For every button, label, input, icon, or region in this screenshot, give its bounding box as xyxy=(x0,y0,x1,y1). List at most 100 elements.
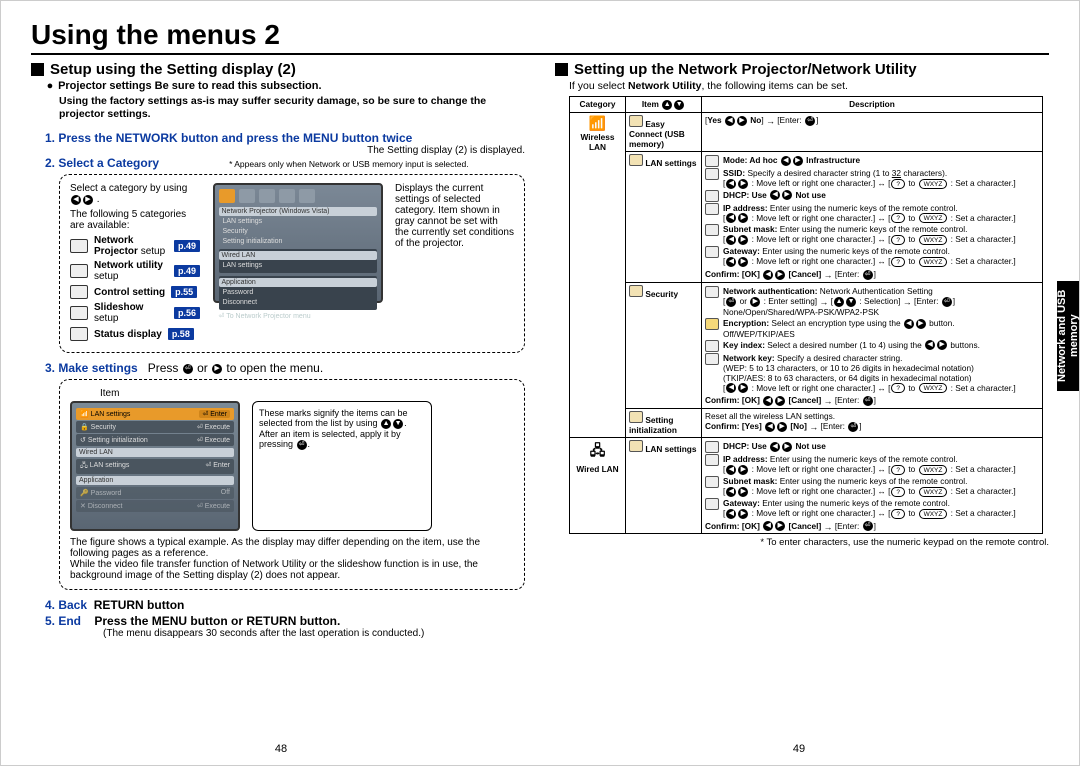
osd-preview-1: Network Projector (Windows Vista) LAN se… xyxy=(213,183,383,303)
down-arrow-icon: ▼ xyxy=(674,100,684,110)
ip-icon xyxy=(705,203,719,215)
up-arrow-icon: ▲ xyxy=(381,419,391,429)
step-3: 3. Make settings Press ⏎ or ▶ to open th… xyxy=(45,361,525,375)
osd2-row: ✕ Disconnect⏎ Execute xyxy=(76,500,234,512)
square-bullet-icon xyxy=(555,63,568,76)
dhcp-icon xyxy=(705,190,719,202)
osd2-row: 🖧 LAN settings⏎ Enter xyxy=(76,459,234,474)
security-warning: Using the factory settings as-is may suf… xyxy=(59,95,525,121)
gateway-icon xyxy=(705,498,719,510)
th-description: Description xyxy=(702,97,1043,113)
projector-icon xyxy=(70,239,88,253)
osd-footer: ⏎ To Network Projector menu xyxy=(219,312,377,320)
lan-icon xyxy=(629,154,643,166)
step1-note: The Setting display (2) is displayed. xyxy=(367,145,525,156)
right-column: Setting up the Network Projector/Network… xyxy=(555,61,1049,709)
osd2-row-selected: 📶 LAN settings⏎ Enter xyxy=(76,408,234,420)
bullet-icon: ● xyxy=(45,80,55,92)
cat-wired-lan: 🖧 Wired LAN xyxy=(570,438,626,534)
osd-row: Disconnect xyxy=(219,298,377,307)
osd2-row: 🔒 Security⏎ Execute xyxy=(76,421,234,433)
title-rule xyxy=(31,53,1049,55)
osd-row: Setting initialization xyxy=(219,237,377,246)
osd-row: LAN settings xyxy=(219,261,377,270)
square-bullet-icon xyxy=(31,63,44,76)
category-list: Network Projector setupp.49 Network util… xyxy=(70,235,200,341)
osd-header: Network Projector (Windows Vista) xyxy=(219,207,377,216)
subnet-icon xyxy=(705,224,719,236)
select-category-intro: Select a category by using xyxy=(70,183,200,194)
osd-row: Password xyxy=(219,288,377,297)
settings-table: Category Item ▲▼ Description 📶 Wireless … xyxy=(569,96,1043,534)
dash2-note2: While the video file transfer function o… xyxy=(70,559,514,581)
th-category: Category xyxy=(570,97,626,113)
osd-tab-selected xyxy=(219,189,235,203)
page-number-left: 48 xyxy=(261,743,301,755)
subnet-icon xyxy=(705,476,719,488)
dash2-note1: The figure shows a typical example. As t… xyxy=(70,537,514,559)
osd-appheader: Application xyxy=(219,278,377,287)
item-lan-settings-wired: LAN settings xyxy=(626,438,702,534)
page-ref: p.49 xyxy=(174,240,200,252)
cat-network-projector: Network Projector setupp.49 xyxy=(70,235,200,257)
lock-icon xyxy=(705,318,719,330)
right-heading-text: Setting up the Network Projector/Network… xyxy=(574,61,917,78)
category-dashbox: Select a category by using ◀▶ . The foll… xyxy=(59,174,525,353)
osd-caption: Displays the current settings of selecte… xyxy=(395,183,514,249)
osd-row: LAN settings xyxy=(219,217,377,226)
left-column: Setup using the Setting display (2) ● Pr… xyxy=(31,61,525,709)
end-note: (The menu disappears 30 seconds after th… xyxy=(103,628,525,639)
page: Using the menus 2 Setup using the Settin… xyxy=(0,0,1080,766)
callout-box: These marks signify the items can be sel… xyxy=(252,401,432,531)
desc-easy-connect: [Yes ◀▶ No] → [Enter: ⏎] xyxy=(702,112,1043,151)
cat-wireless-lan: 📶 Wireless LAN xyxy=(570,112,626,437)
item-setting-init: Setting initialization xyxy=(626,409,702,438)
left-heading-text: Setup using the Setting display (2) xyxy=(50,61,296,78)
step-1: 1. Press the NETWORK button and press th… xyxy=(45,131,525,145)
down-arrow-icon: ▼ xyxy=(393,419,403,429)
up-arrow-icon: ▲ xyxy=(662,100,672,110)
status-icon xyxy=(70,327,88,341)
osd-tab-icon xyxy=(259,189,275,203)
page-ref: p.58 xyxy=(168,328,194,340)
desc-lan-settings-wired: DHCP: Use ◀▶ Not use IP address: Enter u… xyxy=(702,438,1043,534)
side-tab: Network and USB memory xyxy=(1057,281,1079,391)
page-title: Using the menus 2 xyxy=(31,19,1049,51)
gateway-icon xyxy=(705,246,719,258)
left-arrow-icon: ◀ xyxy=(71,195,81,205)
item-pointer-label: Item xyxy=(100,388,514,399)
th-item: Item ▲▼ xyxy=(626,97,702,113)
netauth-icon xyxy=(705,286,719,298)
item-easy-connect: Easy Connect (USB memory) xyxy=(626,112,702,151)
right-intro: If you select Network Utility, the follo… xyxy=(569,80,1049,92)
projector-settings-line: ● Projector settings Be sure to read thi… xyxy=(45,80,525,92)
step-5: 5. End Press the MENU button or RETURN b… xyxy=(45,614,525,628)
ip-icon xyxy=(705,454,719,466)
easyconnect-icon xyxy=(629,115,643,127)
page-ref: p.49 xyxy=(174,265,200,277)
desc-security: Network authentication: Network Authenti… xyxy=(702,282,1043,408)
osd-preview-2: 📶 LAN settings⏎ Enter 🔒 Security⏎ Execut… xyxy=(70,401,240,531)
step-4: 4. Back RETURN button xyxy=(45,598,525,612)
item-lan-settings: LAN settings xyxy=(626,151,702,282)
mode-icon xyxy=(705,155,719,167)
osd2-row: 🔑 PasswordOff xyxy=(76,487,234,499)
slideshow-icon xyxy=(70,306,88,320)
netkey-icon xyxy=(705,353,719,365)
desc-setting-init: Reset all the wireless LAN settings. Con… xyxy=(702,409,1043,438)
osd2-section: Wired LAN xyxy=(76,448,234,457)
control-icon xyxy=(70,285,88,299)
osd2-row: ↺ Setting initialization⏎ Execute xyxy=(76,434,234,446)
right-heading: Setting up the Network Projector/Network… xyxy=(555,61,1049,78)
reset-icon xyxy=(629,411,643,423)
utility-icon xyxy=(70,264,88,278)
page-ref: p.56 xyxy=(174,307,200,319)
page-number-right: 49 xyxy=(779,743,819,755)
two-columns: Setup using the Setting display (2) ● Pr… xyxy=(31,61,1049,709)
osd-row: Security xyxy=(219,227,377,236)
ssid-icon xyxy=(705,168,719,180)
cat-control-setting: Control settingp.55 xyxy=(70,285,200,299)
security-icon xyxy=(629,285,643,297)
osd-subheader: Wired LAN xyxy=(219,251,377,260)
cat-network-utility: Network utility setupp.49 xyxy=(70,260,200,282)
